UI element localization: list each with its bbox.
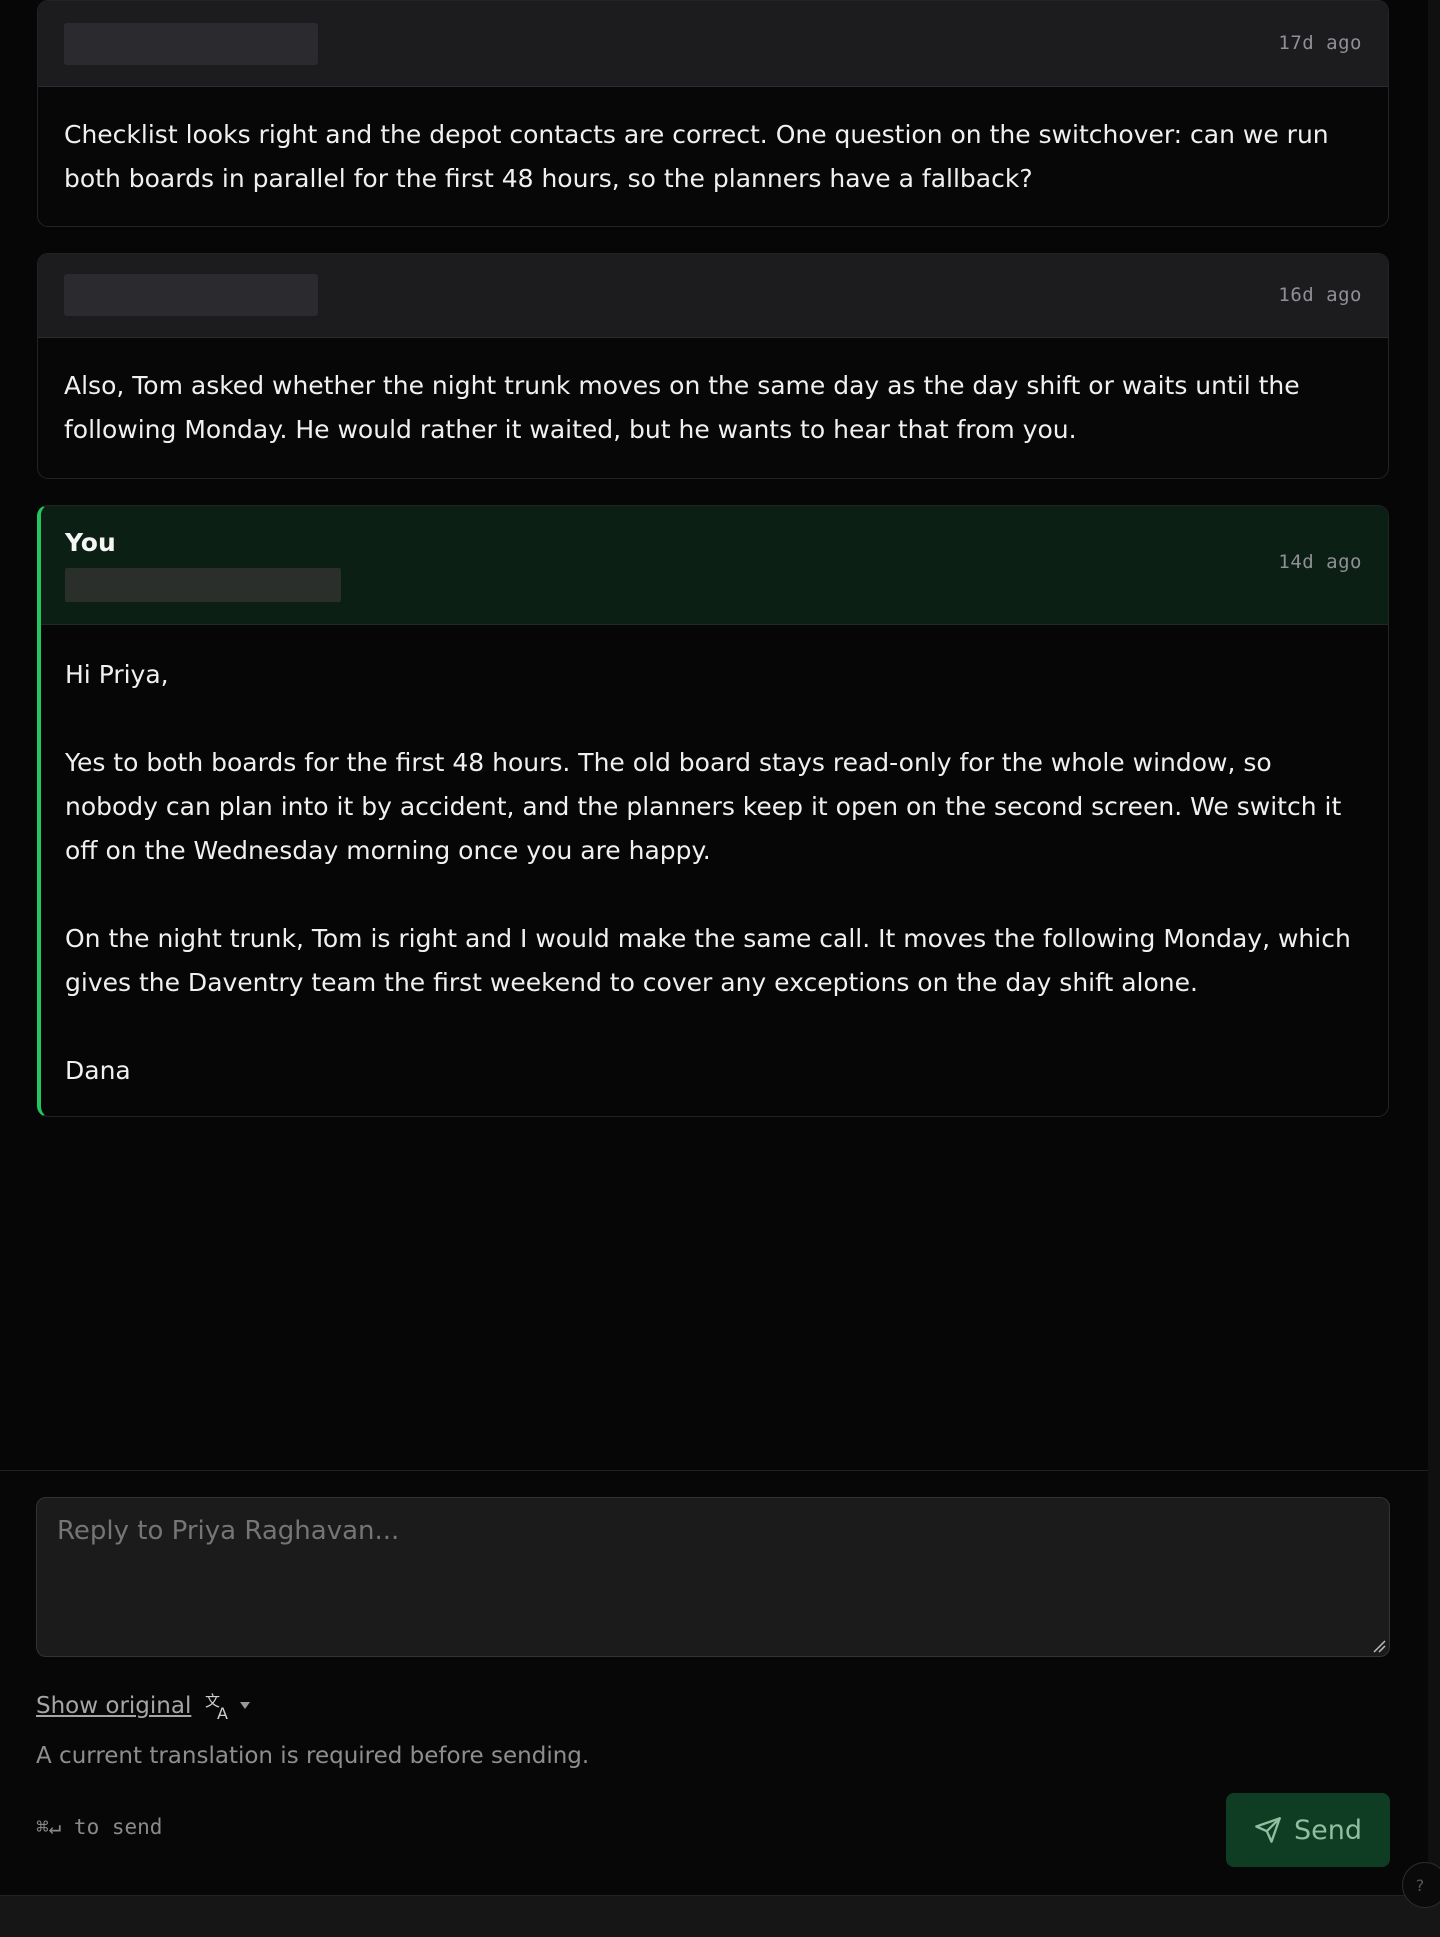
scrollbar[interactable]	[1428, 0, 1440, 1900]
message-body: Also, Tom asked whether the night trunk …	[64, 371, 1308, 444]
reply-composer: Show original 文 A A current translation …	[0, 1470, 1428, 1896]
help-button[interactable]: ?	[1402, 1862, 1440, 1908]
reply-input[interactable]	[36, 1497, 1390, 1657]
message-body: Checklist looks right and the depot cont…	[64, 120, 1337, 193]
message-header: 16d ago	[38, 254, 1388, 338]
resize-handle-icon[interactable]	[1372, 1639, 1386, 1653]
message-card-own: You 14d ago Hi Priya, Yes to both boards…	[37, 505, 1389, 1117]
chevron-down-icon	[240, 1702, 250, 1709]
show-original-link[interactable]: Show original	[36, 1693, 191, 1719]
message-header: 17d ago	[38, 1, 1388, 87]
message-card: 16d ago Also, Tom asked whether the nigh…	[37, 253, 1389, 479]
send-shortcut-hint: ⌘↵ to send	[36, 1815, 163, 1839]
svg-text:A: A	[217, 1704, 228, 1721]
send-button-label: Send	[1293, 1814, 1362, 1846]
sender-name-redacted	[64, 23, 318, 65]
message-thread: 17d ago Checklist looks right and the de…	[0, 0, 1428, 1470]
message-card: 17d ago Checklist looks right and the de…	[37, 0, 1389, 227]
send-icon	[1255, 1817, 1281, 1843]
sender-name-redacted	[64, 274, 318, 316]
translation-required-hint: A current translation is required before…	[36, 1743, 590, 1769]
send-button[interactable]: Send	[1226, 1793, 1390, 1867]
translate-language-button[interactable]: 文 A	[204, 1691, 250, 1721]
message-timestamp: 16d ago	[1278, 284, 1362, 306]
translate-icon: 文 A	[205, 1692, 228, 1721]
message-timestamp: 14d ago	[1278, 551, 1362, 573]
bottom-bar	[0, 1895, 1440, 1937]
sender-email-redacted	[65, 568, 341, 602]
sender-name: You	[65, 528, 116, 557]
message-body: Hi Priya, Yes to both boards for the fir…	[65, 660, 1351, 1085]
message-timestamp: 17d ago	[1278, 32, 1362, 54]
message-header: You 14d ago	[41, 506, 1388, 625]
